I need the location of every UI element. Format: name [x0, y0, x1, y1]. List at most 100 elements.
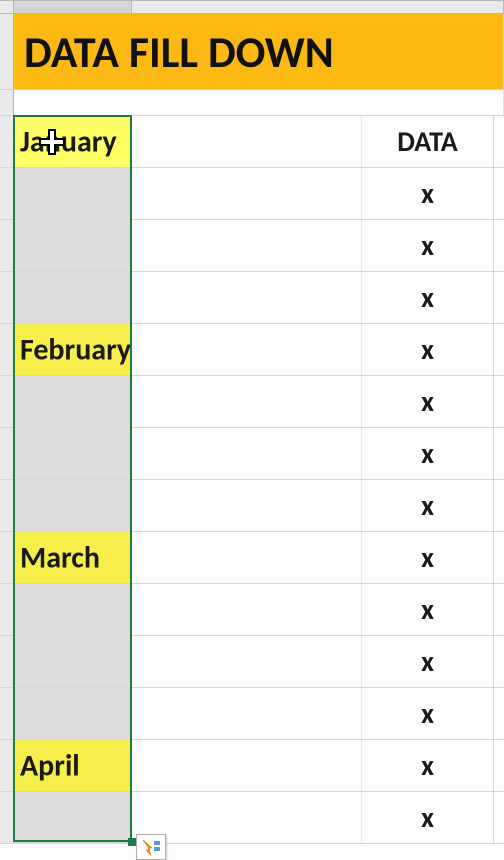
colhead-b[interactable]	[14, 0, 132, 13]
cell[interactable]	[132, 636, 362, 687]
rowhead[interactable]	[0, 428, 14, 479]
cell[interactable]	[132, 220, 362, 271]
data-value: x	[421, 488, 434, 523]
cell-month[interactable]	[14, 220, 132, 271]
cell[interactable]	[132, 740, 362, 791]
cell[interactable]	[132, 532, 362, 583]
grid: January DATA x x x February x	[0, 116, 504, 844]
data-header: DATA	[397, 124, 457, 159]
data-value: x	[421, 436, 434, 471]
spacer-cell[interactable]	[14, 90, 504, 115]
month-label: March	[20, 539, 100, 576]
cell[interactable]	[132, 688, 362, 739]
rowhead[interactable]	[0, 376, 14, 427]
cell[interactable]	[132, 168, 362, 219]
page-title: DATA FILL DOWN	[24, 25, 334, 79]
rowhead[interactable]	[0, 116, 14, 167]
cell-data[interactable]: x	[362, 532, 494, 583]
data-value: x	[421, 748, 434, 783]
cell[interactable]	[132, 428, 362, 479]
spacer-row	[0, 90, 504, 116]
title-row: DATA FILL DOWN	[0, 14, 504, 90]
cell-month[interactable]	[14, 688, 132, 739]
month-label: January	[20, 123, 117, 160]
cell-month[interactable]: March	[14, 532, 132, 583]
month-label: April	[20, 747, 80, 784]
table-row: x	[0, 480, 504, 532]
cell-month[interactable]	[14, 636, 132, 687]
table-row: x	[0, 688, 504, 740]
table-row: February x	[0, 324, 504, 376]
cell-month[interactable]: January	[14, 116, 132, 167]
rowhead[interactable]	[0, 584, 14, 635]
fill-handle[interactable]	[128, 838, 136, 846]
data-value: x	[421, 800, 434, 835]
rowhead[interactable]	[0, 480, 14, 531]
cell[interactable]	[132, 480, 362, 531]
table-row: x	[0, 220, 504, 272]
cell-data[interactable]: x	[362, 740, 494, 791]
cell-data[interactable]: x	[362, 792, 494, 843]
rowhead[interactable]	[0, 532, 14, 583]
cell-data[interactable]: x	[362, 324, 494, 375]
rowhead[interactable]	[0, 90, 14, 115]
data-value: x	[421, 592, 434, 627]
data-value: x	[421, 176, 434, 211]
cell-data[interactable]: x	[362, 480, 494, 531]
table-row: x	[0, 636, 504, 688]
cell-month[interactable]	[14, 428, 132, 479]
table-row: x	[0, 428, 504, 480]
cell-data[interactable]: x	[362, 688, 494, 739]
rowhead[interactable]	[0, 14, 14, 89]
month-label: February	[20, 331, 131, 368]
table-row: March x	[0, 532, 504, 584]
table-row: x	[0, 584, 504, 636]
rowhead[interactable]	[0, 688, 14, 739]
title-cell[interactable]: DATA FILL DOWN	[14, 14, 504, 89]
rowhead[interactable]	[0, 636, 14, 687]
rowhead[interactable]	[0, 272, 14, 323]
data-value: x	[421, 644, 434, 679]
cell-month[interactable]	[14, 584, 132, 635]
cell-data[interactable]: x	[362, 168, 494, 219]
cell-data[interactable]: x	[362, 584, 494, 635]
table-row: x	[0, 168, 504, 220]
rowhead[interactable]	[0, 220, 14, 271]
data-header-cell[interactable]: DATA	[362, 116, 494, 167]
cell-data[interactable]: x	[362, 272, 494, 323]
rowhead[interactable]	[0, 740, 14, 791]
table-row: x	[0, 272, 504, 324]
data-value: x	[421, 332, 434, 367]
cell[interactable]	[132, 584, 362, 635]
cell-month[interactable]	[14, 376, 132, 427]
cell-data[interactable]: x	[362, 636, 494, 687]
data-value: x	[421, 280, 434, 315]
cell-month[interactable]: April	[14, 740, 132, 791]
cell-month[interactable]	[14, 792, 132, 843]
cell-month[interactable]	[14, 168, 132, 219]
table-row: January DATA	[0, 116, 504, 168]
cell-data[interactable]: x	[362, 376, 494, 427]
rowhead[interactable]	[0, 792, 14, 843]
cell-month[interactable]	[14, 272, 132, 323]
table-row: x	[0, 792, 504, 844]
auto-fill-options-button[interactable]	[136, 834, 166, 860]
cell[interactable]	[132, 792, 362, 843]
cell-data[interactable]: x	[362, 220, 494, 271]
colhead-rest[interactable]	[132, 0, 504, 13]
cell-data[interactable]: x	[362, 428, 494, 479]
cell[interactable]	[132, 324, 362, 375]
data-value: x	[421, 228, 434, 263]
table-row: x	[0, 376, 504, 428]
column-headers	[0, 0, 504, 14]
cell-month[interactable]: February	[14, 324, 132, 375]
rowhead[interactable]	[0, 324, 14, 375]
cell[interactable]	[132, 116, 362, 167]
data-value: x	[421, 384, 434, 419]
cell[interactable]	[132, 272, 362, 323]
cell-month[interactable]	[14, 480, 132, 531]
cell[interactable]	[132, 376, 362, 427]
rowhead[interactable]	[0, 168, 14, 219]
data-value: x	[421, 696, 434, 731]
data-value: x	[421, 540, 434, 575]
